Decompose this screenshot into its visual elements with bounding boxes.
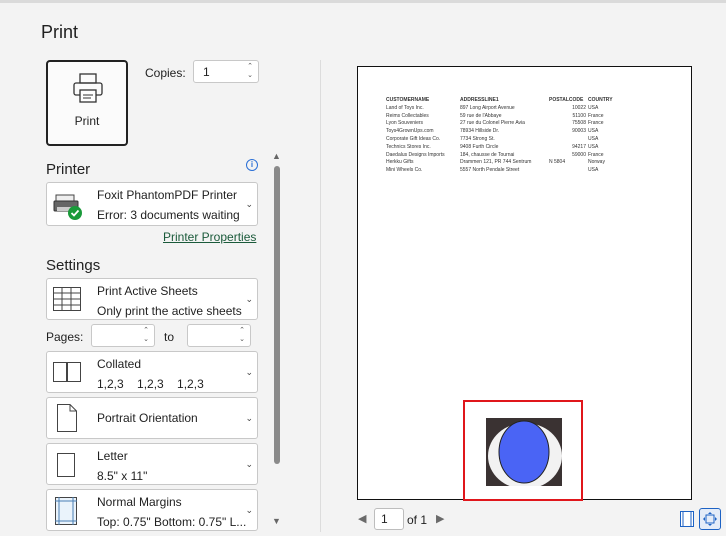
collate-subtitle: 1,2,3 1,2,3 1,2,3 <box>97 377 204 391</box>
zoom-to-page-icon <box>703 512 717 526</box>
margins-title: Normal Margins <box>97 495 182 509</box>
preview-cell: France <box>588 112 604 119</box>
preview-cell: 27 rue du Colonel Pierre Avia <box>460 120 525 127</box>
preview-cell: Corporate Gift Ideas Co. <box>386 135 441 142</box>
zoom-to-page-button[interactable] <box>699 508 721 530</box>
pane-divider <box>320 60 321 532</box>
print-what-dropdown[interactable]: Print Active Sheets Only print the activ… <box>46 278 258 320</box>
chevron-down-icon[interactable]: ⌄ <box>247 72 253 80</box>
scroll-up-icon[interactable]: ▲ <box>272 151 281 161</box>
next-page-icon[interactable]: ▶ <box>436 512 444 525</box>
pages-from-input[interactable]: ⌃ ⌄ <box>91 324 155 347</box>
paper-icon <box>57 453 75 477</box>
preview-cell: 10022 <box>572 104 586 111</box>
chevron-down-icon: ⌄ <box>245 367 253 377</box>
orientation-title: Portrait Orientation <box>97 411 198 425</box>
preview-cell: 9408 Furth Circle <box>460 143 499 150</box>
preview-cell: Land of Toys Inc. <box>386 104 424 111</box>
printer-section-label: Printer <box>46 161 91 178</box>
preview-cell: 90003 <box>572 128 586 135</box>
preview-cell: 7734 Strong St. <box>460 135 495 142</box>
preview-cell: 75508 <box>572 120 586 127</box>
page-title: Print <box>41 22 79 42</box>
print-button-label: Print <box>74 114 100 128</box>
preview-cell: 94217 <box>572 143 586 150</box>
top-edge <box>0 0 726 3</box>
preview-cell: 78934 Hillside Dr. <box>460 128 500 135</box>
chevron-up-icon[interactable]: ⌃ <box>143 327 149 335</box>
preview-cell: USA <box>588 104 599 111</box>
page-count-label: of 1 <box>407 513 428 527</box>
copies-value: 1 <box>203 65 210 79</box>
chevron-down-icon: ⌄ <box>245 413 253 423</box>
settings-section-label: Settings <box>46 257 101 274</box>
scrollbar-thumb[interactable] <box>274 166 280 464</box>
chevron-down-icon: ⌄ <box>245 294 253 304</box>
preview-cell: USA <box>588 143 599 150</box>
preview-cell: Herkku Gifts <box>386 159 414 166</box>
printer-properties-link[interactable]: Printer Properties <box>163 230 256 244</box>
highlight-box <box>463 400 583 501</box>
preview-cell: Reims Collectables <box>386 112 429 119</box>
preview-cell: Daedalus Designs Imports <box>386 151 445 158</box>
preview-cell: France <box>588 151 604 158</box>
collate-dropdown[interactable]: Collated 1,2,3 1,2,3 1,2,3 ⌄ <box>46 351 258 393</box>
print-button[interactable]: Print <box>46 60 128 146</box>
preview-cell: 5557 North Pendale Street <box>460 167 520 174</box>
pages-label: Pages: <box>46 330 84 344</box>
preview-cell: Lyon Souveniers <box>386 120 424 127</box>
chevron-down-icon: ⌄ <box>245 505 253 515</box>
printer-status: Error: 3 documents waiting <box>97 208 240 222</box>
page-number-input[interactable]: 1 <box>374 508 404 530</box>
collated-icon <box>53 362 81 382</box>
chevron-down-icon[interactable]: ⌄ <box>239 336 245 344</box>
previous-page-icon[interactable]: ◀ <box>358 512 366 525</box>
preview-cell: USA <box>588 128 599 135</box>
chevron-down-icon: ⌄ <box>245 459 253 469</box>
pages-to-label: to <box>164 330 175 344</box>
printer-ready-icon <box>53 194 82 220</box>
preview-cell: 897 Long Airport Avenue <box>460 104 515 111</box>
show-margins-icon[interactable] <box>680 511 694 527</box>
margins-dropdown[interactable]: Normal Margins Top: 0.75" Bottom: 0.75" … <box>46 489 258 531</box>
preview-cell: N 5804 <box>549 159 566 166</box>
preview-cell: 51100 <box>572 112 586 119</box>
pages-to-input[interactable]: ⌃ ⌄ <box>187 324 251 347</box>
paper-size-title: Letter <box>97 449 128 463</box>
printer-icon <box>73 73 103 103</box>
preview-cell: France <box>588 120 604 127</box>
print-what-title: Print Active Sheets <box>97 284 198 298</box>
preview-cell: USA <box>588 167 599 174</box>
chevron-up-icon[interactable]: ⌃ <box>239 327 245 335</box>
chevron-down-icon[interactable]: ⌄ <box>143 336 149 344</box>
sheets-icon <box>53 287 81 311</box>
preview-cell: Technics Stores Inc. <box>386 143 431 150</box>
preview-cell: Drammen 121, PR 744 Sentrum <box>460 159 532 166</box>
margins-icon <box>55 497 77 525</box>
paper-size-subtitle: 8.5" x 11" <box>97 469 148 483</box>
printer-name: Foxit PhantomPDF Printer <box>97 188 238 202</box>
preview-cell: 184, chausse de Tournai <box>460 151 515 158</box>
preview-cell: Toys4GrownUps.com <box>386 128 434 135</box>
scroll-down-icon[interactable]: ▼ <box>272 516 281 526</box>
margins-subtitle: Top: 0.75" Bottom: 0.75" L... <box>97 515 247 529</box>
preview-cell: USA <box>588 135 599 142</box>
preview-cell: 59000 <box>572 151 586 158</box>
portrait-icon <box>57 404 77 432</box>
print-what-subtitle: Only print the active sheets <box>97 304 242 318</box>
printer-dropdown[interactable]: Foxit PhantomPDF Printer Error: 3 docume… <box>46 182 258 226</box>
print-preview-page: CUSTOMERNAME ADDRESSLINE1 POSTALCODE COU… <box>357 66 692 501</box>
preview-cell: 59 rue de l'Abbaye <box>460 112 502 119</box>
chevron-up-icon[interactable]: ⌃ <box>247 63 253 71</box>
copies-stepper[interactable]: 1 ⌃ ⌄ <box>193 60 259 83</box>
collate-title: Collated <box>97 357 142 371</box>
copies-label: Copies: <box>145 66 186 80</box>
orientation-dropdown[interactable]: Portrait Orientation ⌄ <box>46 397 258 439</box>
logo-image <box>486 418 562 486</box>
preview-cell: Mini Wheels Co. <box>386 167 423 174</box>
preview-cell: Norway <box>588 159 605 166</box>
info-icon[interactable]: i <box>246 159 258 171</box>
chevron-down-icon: ⌄ <box>245 199 253 209</box>
paper-size-dropdown[interactable]: Letter 8.5" x 11" ⌄ <box>46 443 258 485</box>
